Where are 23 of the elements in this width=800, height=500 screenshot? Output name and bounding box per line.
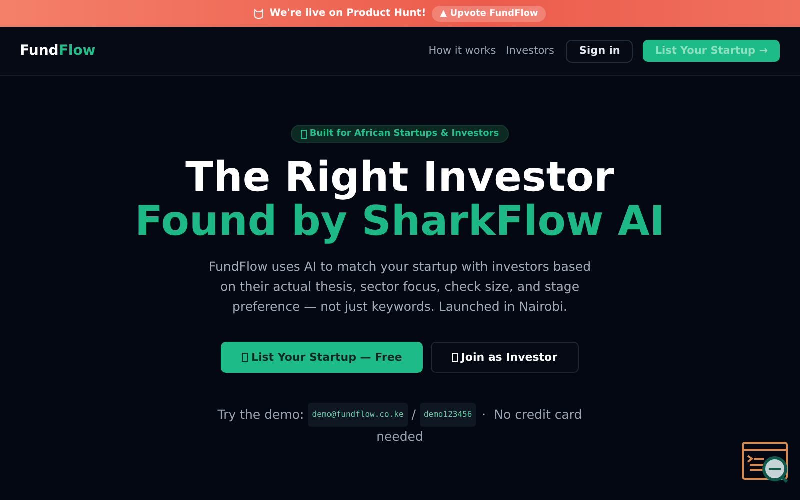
list-startup-button[interactable]: List Your Startup — Free [221,342,424,373]
box-icon [300,130,307,138]
box-icon [452,353,458,362]
demo-password: demo123456 [420,403,476,427]
box-icon [242,353,248,362]
inspector-icon[interactable] [742,442,790,484]
logo[interactable]: FundFlow [20,43,96,59]
hero-badge: Built for African Startups & Investors [290,125,510,143]
sign-in-button[interactable]: Sign in [566,40,634,62]
demo-note: No credit card [494,406,582,424]
demo-note: needed [376,428,424,446]
nav-link[interactable]: Investors [506,45,554,57]
join-investor-button[interactable]: Join as Investor [431,342,579,373]
nav-link[interactable]: How it works [428,45,496,57]
demo-label: Try the demo: [218,406,304,424]
cat-face-icon [254,8,264,18]
separator-text: / [412,406,416,424]
hero-subtitle: Found by SharkFlow AI [134,199,666,243]
banner-text: We're live on Product Hunt! [270,8,426,19]
demo-email: demo@fundflow.co.ke [308,403,408,427]
hero-description: FundFlow uses AI to match your startup with investors based on their actual thesis, sector focus, check size, and stage preference — not just keywords. Launched in Nairobi. [208,258,592,316]
dot-separator: · [482,406,486,424]
hero-title: The Right Investor [186,155,614,199]
